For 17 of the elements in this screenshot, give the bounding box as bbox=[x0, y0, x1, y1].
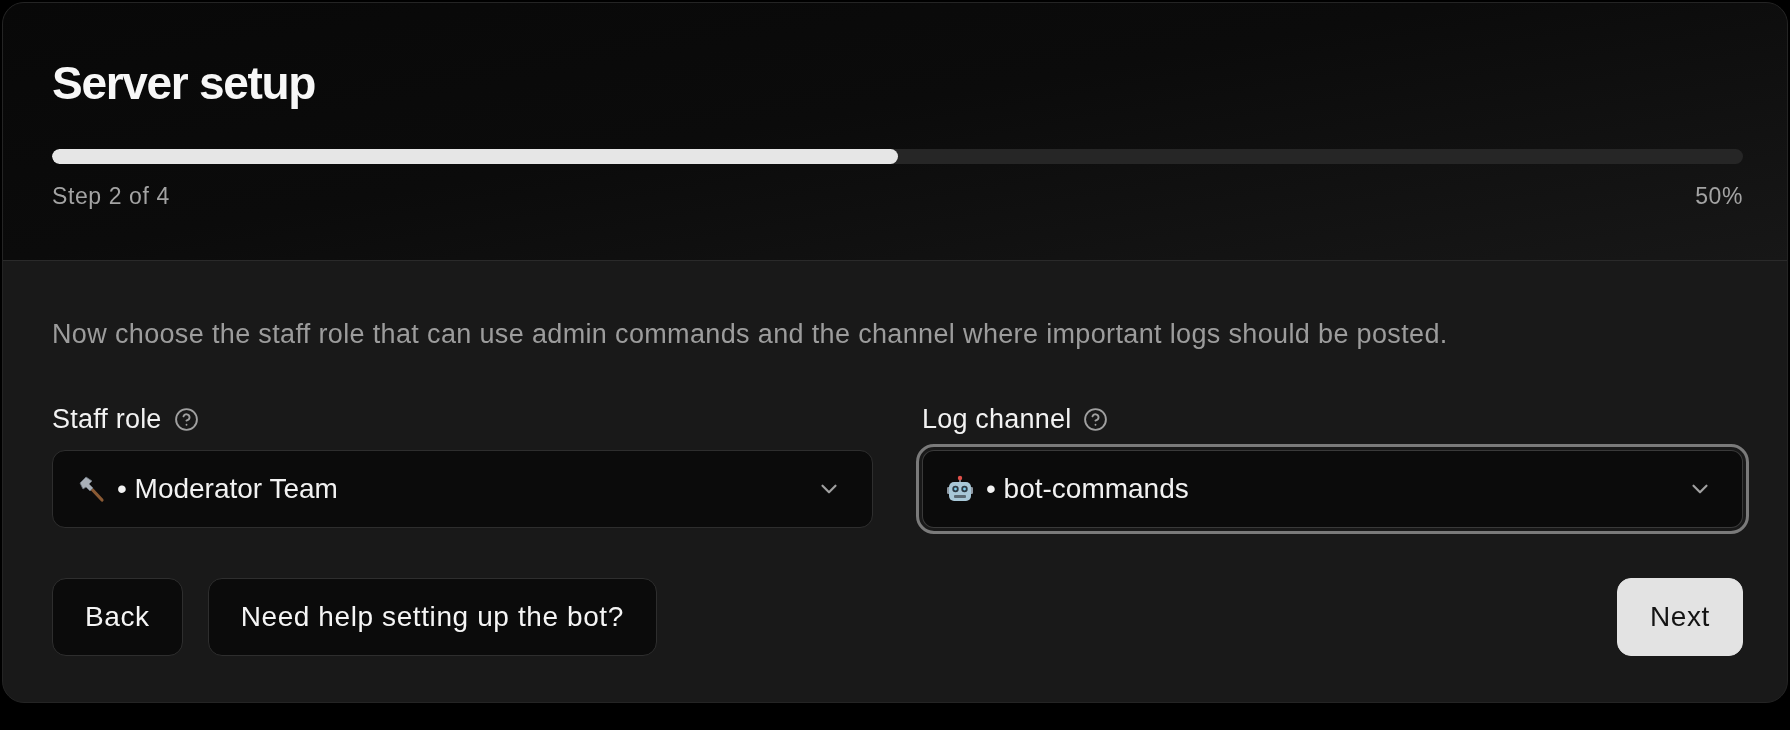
next-button[interactable]: Next bbox=[1617, 578, 1743, 656]
hammer-icon bbox=[77, 475, 105, 503]
help-icon[interactable] bbox=[1083, 406, 1109, 432]
select-value: • bot-commands bbox=[986, 472, 1190, 506]
field-label: Staff role bbox=[52, 403, 162, 435]
description-text: Now choose the staff role that can use admin commands and the channel where important logs should be posted. bbox=[52, 318, 1449, 351]
help-icon[interactable] bbox=[173, 406, 199, 432]
secondary-button[interactable]: Back bbox=[52, 578, 183, 656]
field-label: Log channel bbox=[922, 403, 1072, 435]
page-title: Server setup bbox=[52, 56, 317, 111]
select-value: • Moderator Team bbox=[117, 472, 339, 506]
robot-icon bbox=[946, 475, 974, 503]
step-label: Step 2 of 4 bbox=[52, 182, 170, 211]
secondary-button[interactable]: Need help setting up the bot? bbox=[207, 578, 657, 656]
progress-percent: 50% bbox=[1695, 182, 1743, 211]
select-field[interactable]: • bot-commands bbox=[916, 444, 1749, 534]
select-field[interactable]: • Moderator Team bbox=[52, 450, 873, 528]
